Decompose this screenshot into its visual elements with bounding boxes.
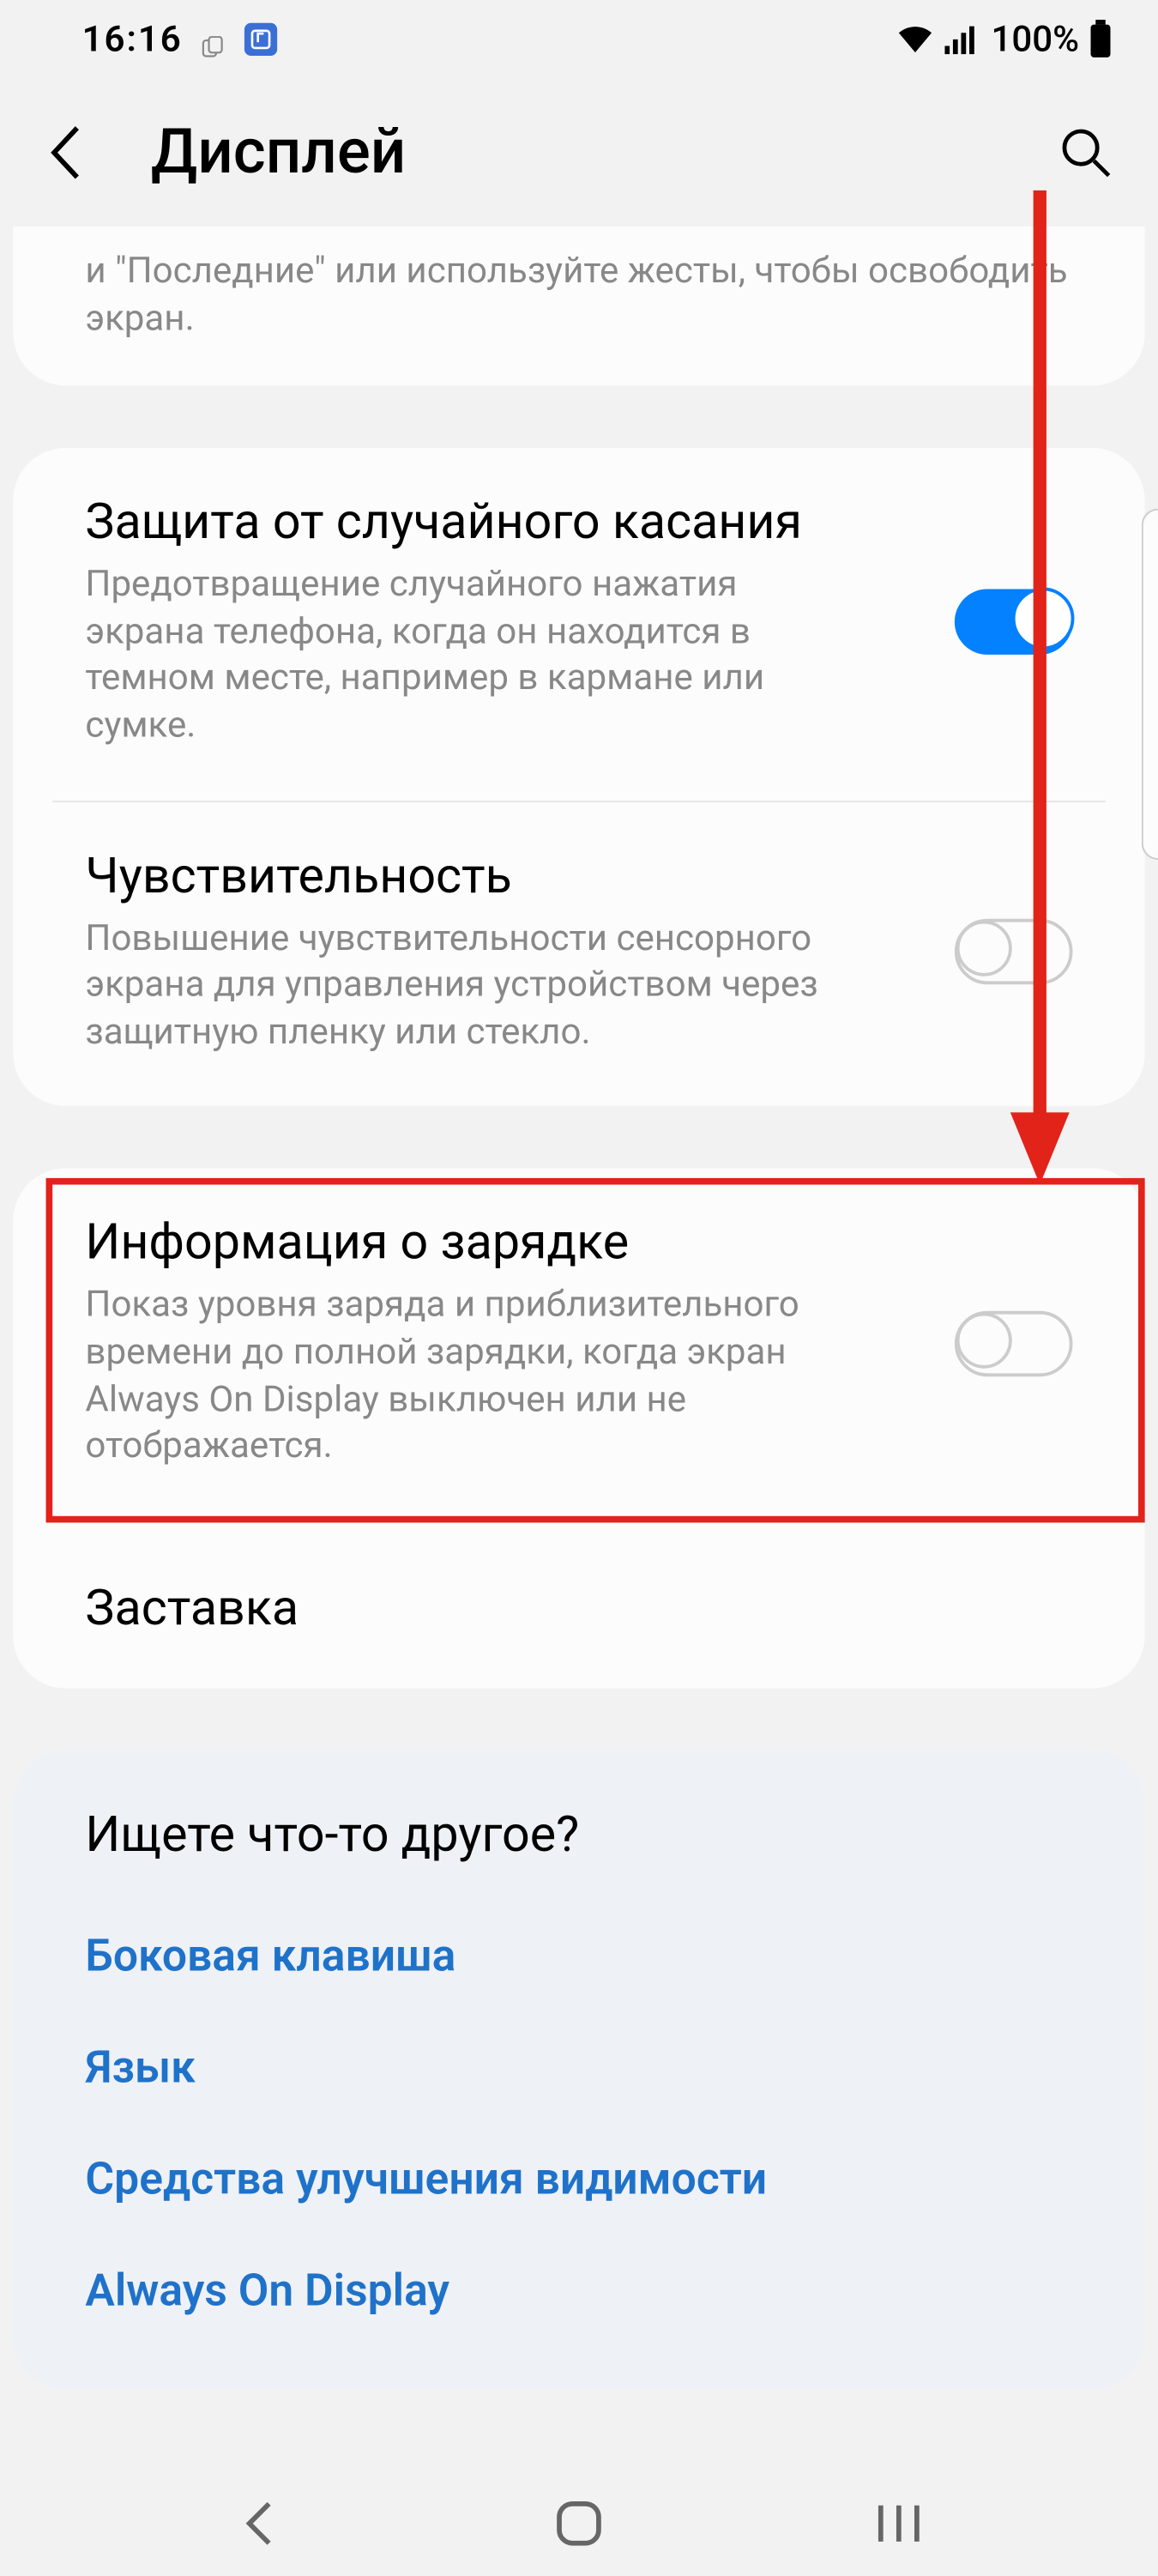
suggestion-visibility[interactable]: Средства улучшения видимости: [85, 2152, 1072, 2204]
nav-item-desc-partial: и "Последние" или используйте жесты, что…: [13, 227, 1144, 386]
settings-card-charging: Информация о зарядке Показ уровня заряда…: [13, 1169, 1144, 1688]
setting-screensaver[interactable]: Заставка: [13, 1533, 1144, 1688]
suggestion-aod[interactable]: Always On Display: [85, 2264, 1072, 2316]
status-time: 16:16: [82, 19, 183, 60]
page-title: Дисплей: [151, 117, 1046, 189]
setting-desc: Показ уровня заряда и приблизительного в…: [85, 1284, 856, 1472]
signal-icon: [945, 23, 981, 56]
setting-desc: Повышение чувствительности сенсорного эк…: [85, 916, 856, 1057]
back-button[interactable]: [27, 113, 106, 192]
status-bar: 16:16 100%: [0, 0, 1158, 79]
search-icon: [1058, 124, 1113, 180]
battery-percent: 100%: [991, 19, 1079, 60]
nav-back-button[interactable]: [193, 2484, 324, 2563]
setting-desc: Предотвращение случайного нажатия экрана…: [85, 563, 856, 751]
wifi-icon: [896, 23, 936, 56]
setting-title: Защита от случайного касания: [85, 494, 921, 553]
nav-recents-button[interactable]: [834, 2484, 965, 2563]
setting-title: Заставка: [85, 1580, 1072, 1639]
multiwindow-icon: [202, 28, 226, 51]
battery-icon: [1089, 20, 1113, 59]
suggestion-side-key[interactable]: Боковая клавиша: [85, 1929, 1072, 1981]
settings-card-touch: Защита от случайного касания Предотвраще…: [13, 448, 1144, 1106]
setting-title: Чувствительность: [85, 848, 921, 907]
app-indicator-icon: [244, 23, 277, 56]
setting-touch-sensitivity[interactable]: Чувствительность Повышение чувствительно…: [13, 801, 1144, 1106]
toggle-charging-info[interactable]: [955, 1310, 1073, 1376]
suggestions-title: Ищете что-то другое?: [85, 1806, 1072, 1864]
nav-home-button[interactable]: [513, 2484, 644, 2563]
suggestion-language[interactable]: Язык: [85, 2041, 1072, 2093]
setting-accidental-touch[interactable]: Защита от случайного касания Предотвраще…: [13, 448, 1144, 800]
scroll-indicator[interactable]: [1142, 509, 1158, 860]
setting-title: Информация о зарядке: [85, 1215, 921, 1274]
setting-charging-info[interactable]: Информация о зарядке Показ уровня заряда…: [13, 1169, 1144, 1521]
toggle-touch-sensitivity[interactable]: [955, 920, 1073, 985]
chevron-left-icon: [45, 121, 87, 184]
app-header: Дисплей: [0, 79, 1158, 227]
navigation-bar: [0, 2471, 1158, 2576]
suggestions-card: Ищете что-то другое? Боковая клавиша Язы…: [13, 1751, 1144, 2389]
settings-card-navigation: и "Последние" или используйте жесты, что…: [13, 227, 1144, 386]
nav-recents-icon: [875, 2500, 924, 2547]
toggle-accidental-touch[interactable]: [955, 590, 1073, 655]
nav-back-icon: [239, 2497, 279, 2549]
search-button[interactable]: [1046, 113, 1125, 192]
nav-home-icon: [554, 2499, 603, 2548]
